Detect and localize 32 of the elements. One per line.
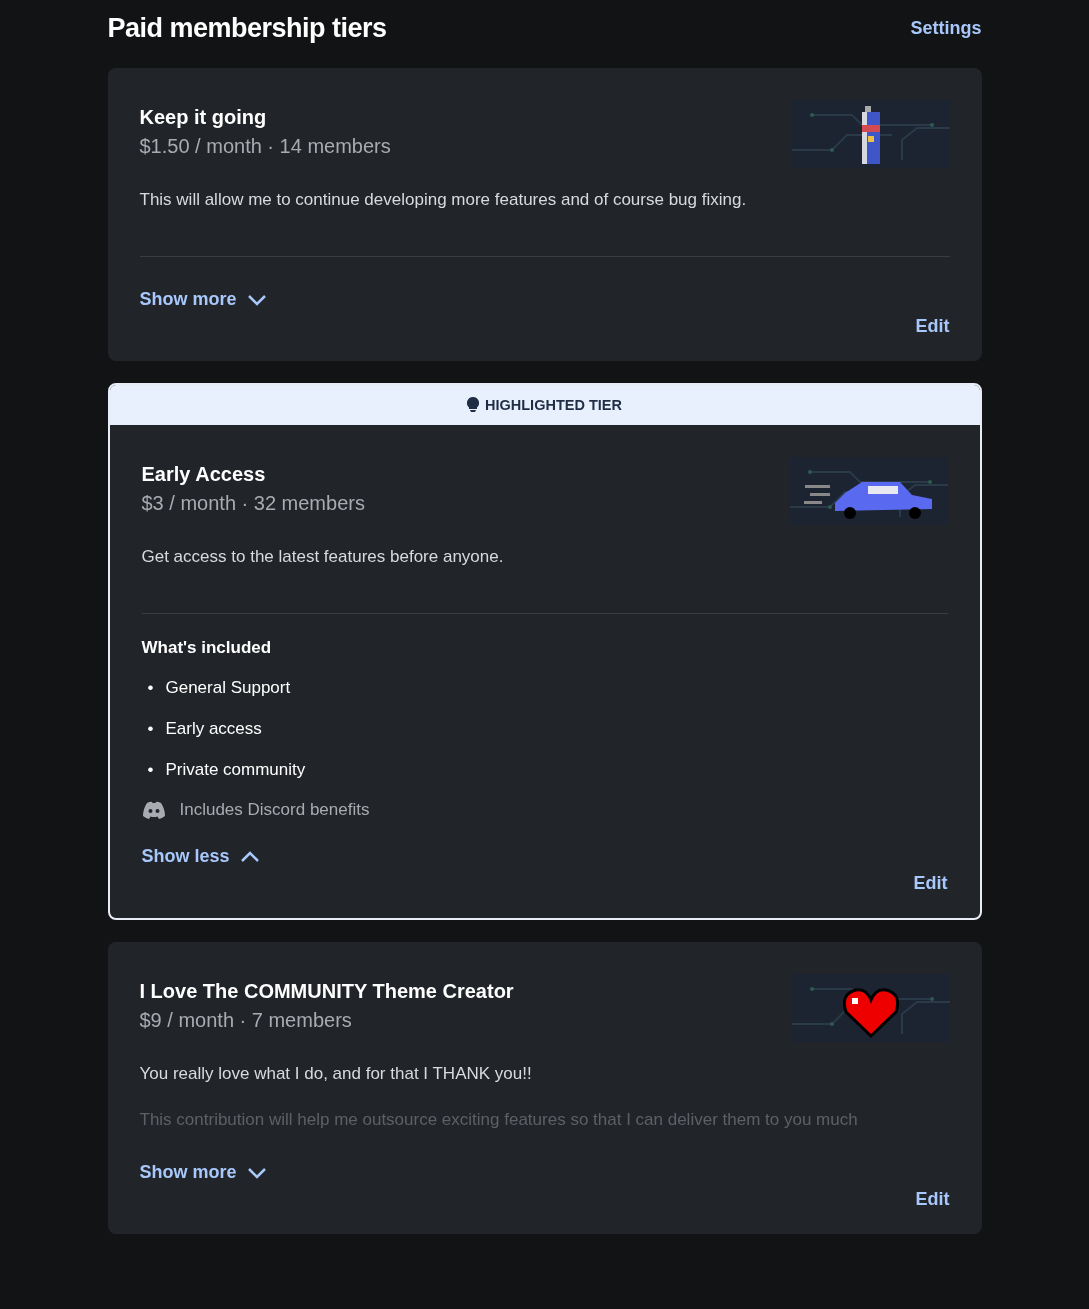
lightbulb-icon	[467, 397, 479, 413]
tier-name: Early Access	[141, 463, 267, 486]
bullet: •	[147, 678, 154, 698]
highlight-label: HIGHLIGHTED TIER	[485, 397, 622, 413]
discord-benefits: Includes Discord benefits	[179, 800, 370, 820]
edit-button[interactable]: Edit	[915, 1189, 950, 1210]
toggle-button[interactable]: Show less	[141, 846, 260, 867]
edit-button[interactable]: Edit	[915, 316, 950, 337]
chevron-icon	[246, 293, 267, 306]
bullet: •	[147, 719, 154, 739]
tier-description: This contribution will help me outsource exciting features so that I can deliver them to you much	[139, 1110, 859, 1130]
benefit-item: General Support	[165, 678, 291, 698]
toggle-button[interactable]: Show more	[139, 289, 267, 310]
benefit-item: Early access	[165, 719, 262, 739]
tier-description: You really love what I do, and for that I THANK you!!	[139, 1064, 533, 1084]
chevron-icon	[246, 1166, 267, 1179]
tier-price: $1.50 / month · 14 members	[139, 135, 391, 158]
tier-name: I Love The COMMUNITY Theme Creator	[139, 980, 514, 1003]
tier-price: $3 / month · 32 members	[141, 492, 365, 515]
edit-button[interactable]: Edit	[913, 873, 948, 894]
tier-description: This will allow me to continue developing more features and of course bug fixing.	[139, 190, 748, 210]
discord-icon	[141, 801, 166, 819]
toggle-button[interactable]: Show more	[139, 1162, 267, 1183]
page-title: Paid membership tiers	[107, 12, 387, 44]
benefit-item: Private community	[165, 760, 306, 780]
settings-link[interactable]: Settings	[910, 17, 982, 39]
chevron-icon	[239, 850, 260, 863]
tier-description: Get access to the latest features before anyone.	[141, 547, 505, 567]
tier-price: $9 / month · 7 members	[139, 1009, 353, 1032]
included-heading: What's included	[141, 638, 273, 658]
tier-name: Keep it going	[139, 106, 268, 129]
bullet: •	[147, 760, 154, 780]
